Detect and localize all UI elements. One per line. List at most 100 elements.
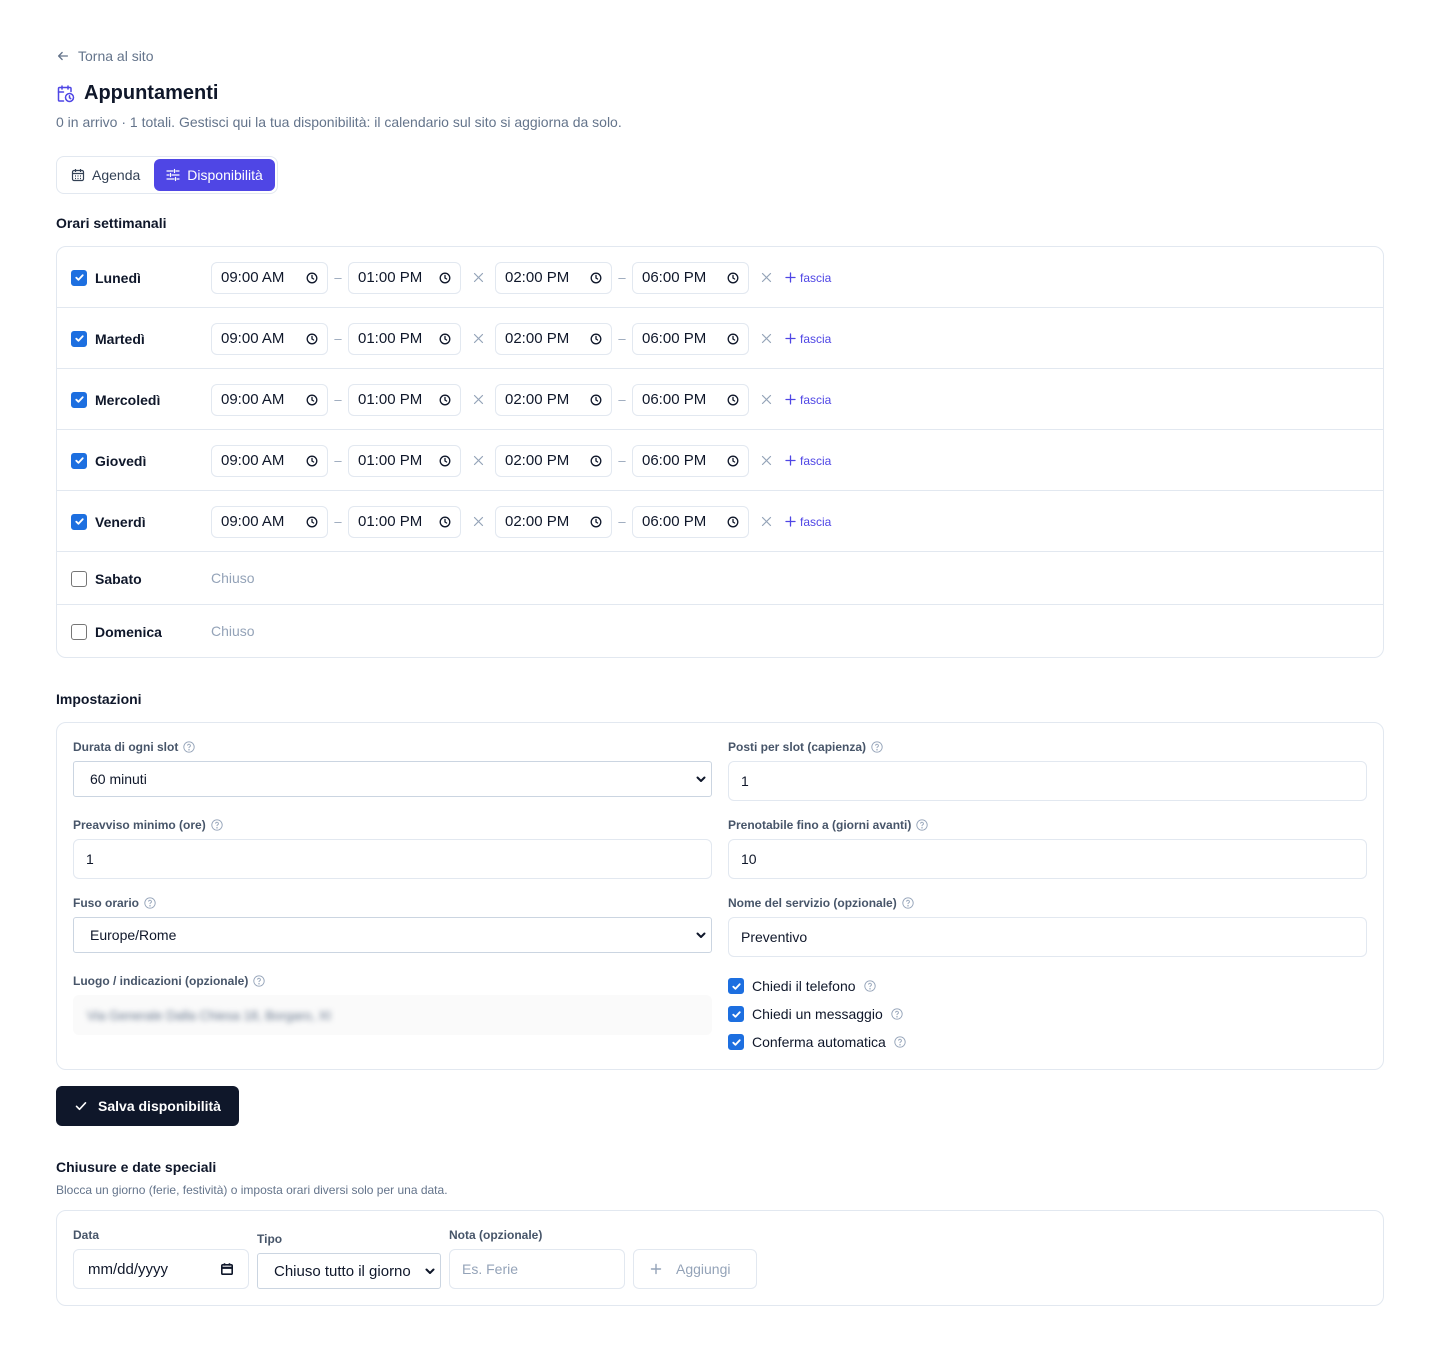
day-toggle[interactable]: Mercoledì [71,390,160,410]
start-time-input[interactable]: 02:00 PM [495,261,612,294]
start-time-input[interactable]: 02:00 PM [495,444,612,477]
start-time-input[interactable]: 09:00 AM [211,261,328,294]
start-time-input[interactable]: 09:00 AM [211,505,328,538]
back-link-label: Torna al sito [78,48,154,64]
end-time-input[interactable]: 06:00 PM [632,505,749,538]
auto-confirm-checkbox[interactable]: Conferma automatica [728,1034,906,1050]
remove-slot-button[interactable] [749,455,783,466]
clock-icon [306,333,318,344]
add-slot-button[interactable]: fascia [785,393,831,407]
add-slot-button[interactable]: fascia [785,271,831,285]
sliders-icon [166,168,180,182]
time-value: 09:00 AM [221,269,285,286]
checkbox-checked-icon[interactable] [71,452,87,469]
remove-slot-button[interactable] [461,516,495,527]
tab-agenda[interactable]: Agenda [59,159,152,191]
end-time-input[interactable]: 01:00 PM [348,261,461,294]
service-name-value: Preventivo [741,929,808,945]
tab-disponibilita[interactable]: Disponibilità [154,159,275,191]
ask-phone-checkbox[interactable]: Chiedi il telefono [728,978,876,994]
help-icon [183,741,195,753]
checkbox-checked-icon[interactable] [71,513,87,530]
day-toggle[interactable]: Martedì [71,329,145,349]
add-slot-button[interactable]: fascia [785,454,831,468]
close-icon [473,333,483,344]
day-toggle[interactable]: Giovedì [71,451,146,471]
date-label: Data [73,1228,100,1242]
plus-icon [650,1263,662,1275]
end-time-input[interactable]: 01:00 PM [348,444,461,477]
add-slot-label: fascia [800,270,832,285]
timezone-select[interactable]: Europe/Rome [73,917,712,953]
special-dates-card: Data mm/dd/yyyy Tipo Chiuso tutto il gio… [56,1210,1384,1306]
time-slots: 09:00 AM – 01:00 PM 02:00 PM – 06:00 PM fascia [211,322,831,355]
slot-duration-select[interactable]: 60 minuti [73,761,712,797]
back-link[interactable]: Torna al sito [56,48,153,64]
start-time-input[interactable]: 02:00 PM [495,322,612,355]
checkbox-unchecked-icon[interactable] [71,570,87,587]
day-toggle[interactable]: Sabato [71,569,142,589]
service-name-input[interactable]: Preventivo [728,917,1367,957]
date-input[interactable]: mm/dd/yyyy [73,1249,249,1289]
clock-icon [306,516,318,527]
add-special-date-label: Aggiungi [676,1261,731,1277]
time-value: 09:00 AM [221,391,285,408]
start-time-input[interactable]: 02:00 PM [495,383,612,416]
type-select[interactable]: Chiuso tutto il giorno [257,1253,441,1289]
end-time-input[interactable]: 06:00 PM [632,444,749,477]
time-value: 01:00 PM [358,330,423,347]
timezone-field: Fuso orario Europe/Rome [73,895,712,953]
checkbox-unchecked-icon[interactable] [71,623,87,640]
settings-heading: Impostazioni [56,691,142,707]
add-slot-button[interactable]: fascia [785,515,831,529]
end-time-input[interactable]: 06:00 PM [632,261,749,294]
remove-slot-button[interactable] [461,394,495,405]
start-time-input[interactable]: 09:00 AM [211,322,328,355]
start-time-input[interactable]: 09:00 AM [211,383,328,416]
time-value: 06:00 PM [642,269,707,286]
capacity-field: Posti per slot (capienza) 1 [728,739,1367,801]
help-icon [253,975,265,987]
clock-icon [727,333,739,344]
page-title: Appuntamenti [84,82,219,104]
day-toggle[interactable]: Venerdì [71,512,146,532]
min-notice-label: Preavviso minimo (ore) [73,818,206,832]
max-days-input[interactable]: 10 [728,839,1367,879]
note-placeholder: Es. Ferie [462,1261,519,1277]
clock-icon [590,394,602,405]
save-availability-label: Salva disponibilità [98,1098,221,1114]
remove-slot-button[interactable] [749,394,783,405]
remove-slot-button[interactable] [749,333,783,344]
note-input[interactable]: Es. Ferie [449,1249,625,1289]
checkbox-checked-icon[interactable] [71,330,87,347]
checkbox-checked-icon[interactable] [71,269,87,286]
min-notice-input[interactable]: 1 [73,839,712,879]
end-time-input[interactable]: 06:00 PM [632,383,749,416]
remove-slot-button[interactable] [461,272,495,283]
checkbox-checked-icon[interactable] [71,391,87,408]
remove-slot-button[interactable] [749,272,783,283]
day-row: Giovedì 09:00 AM – 01:00 PM 02:00 PM – 06:00 P… [57,430,1383,491]
close-icon [761,394,771,405]
add-slot-button[interactable]: fascia [785,332,831,346]
end-time-input[interactable]: 01:00 PM [348,505,461,538]
range-dash: – [618,331,626,346]
day-toggle[interactable]: Lunedì [71,268,141,288]
start-time-input[interactable]: 09:00 AM [211,444,328,477]
capacity-input[interactable]: 1 [728,761,1367,801]
remove-slot-button[interactable] [749,516,783,527]
ask-phone-label: Chiedi il telefono [752,978,856,994]
closed-label: Chiuso [211,569,255,586]
remove-slot-button[interactable] [461,455,495,466]
ask-message-checkbox[interactable]: Chiedi un messaggio [728,1006,903,1022]
end-time-input[interactable]: 01:00 PM [348,322,461,355]
day-toggle[interactable]: Domenica [71,622,162,642]
save-availability-button[interactable]: Salva disponibilità [56,1086,239,1126]
location-input[interactable]: Via Generale Dalla Chiesa 18, Borgaro, X… [73,995,712,1035]
remove-slot-button[interactable] [461,333,495,344]
add-special-date-button[interactable]: Aggiungi [633,1249,757,1289]
end-time-input[interactable]: 06:00 PM [632,322,749,355]
end-time-input[interactable]: 01:00 PM [348,383,461,416]
calendar-picker-icon[interactable] [220,1262,234,1276]
start-time-input[interactable]: 02:00 PM [495,505,612,538]
